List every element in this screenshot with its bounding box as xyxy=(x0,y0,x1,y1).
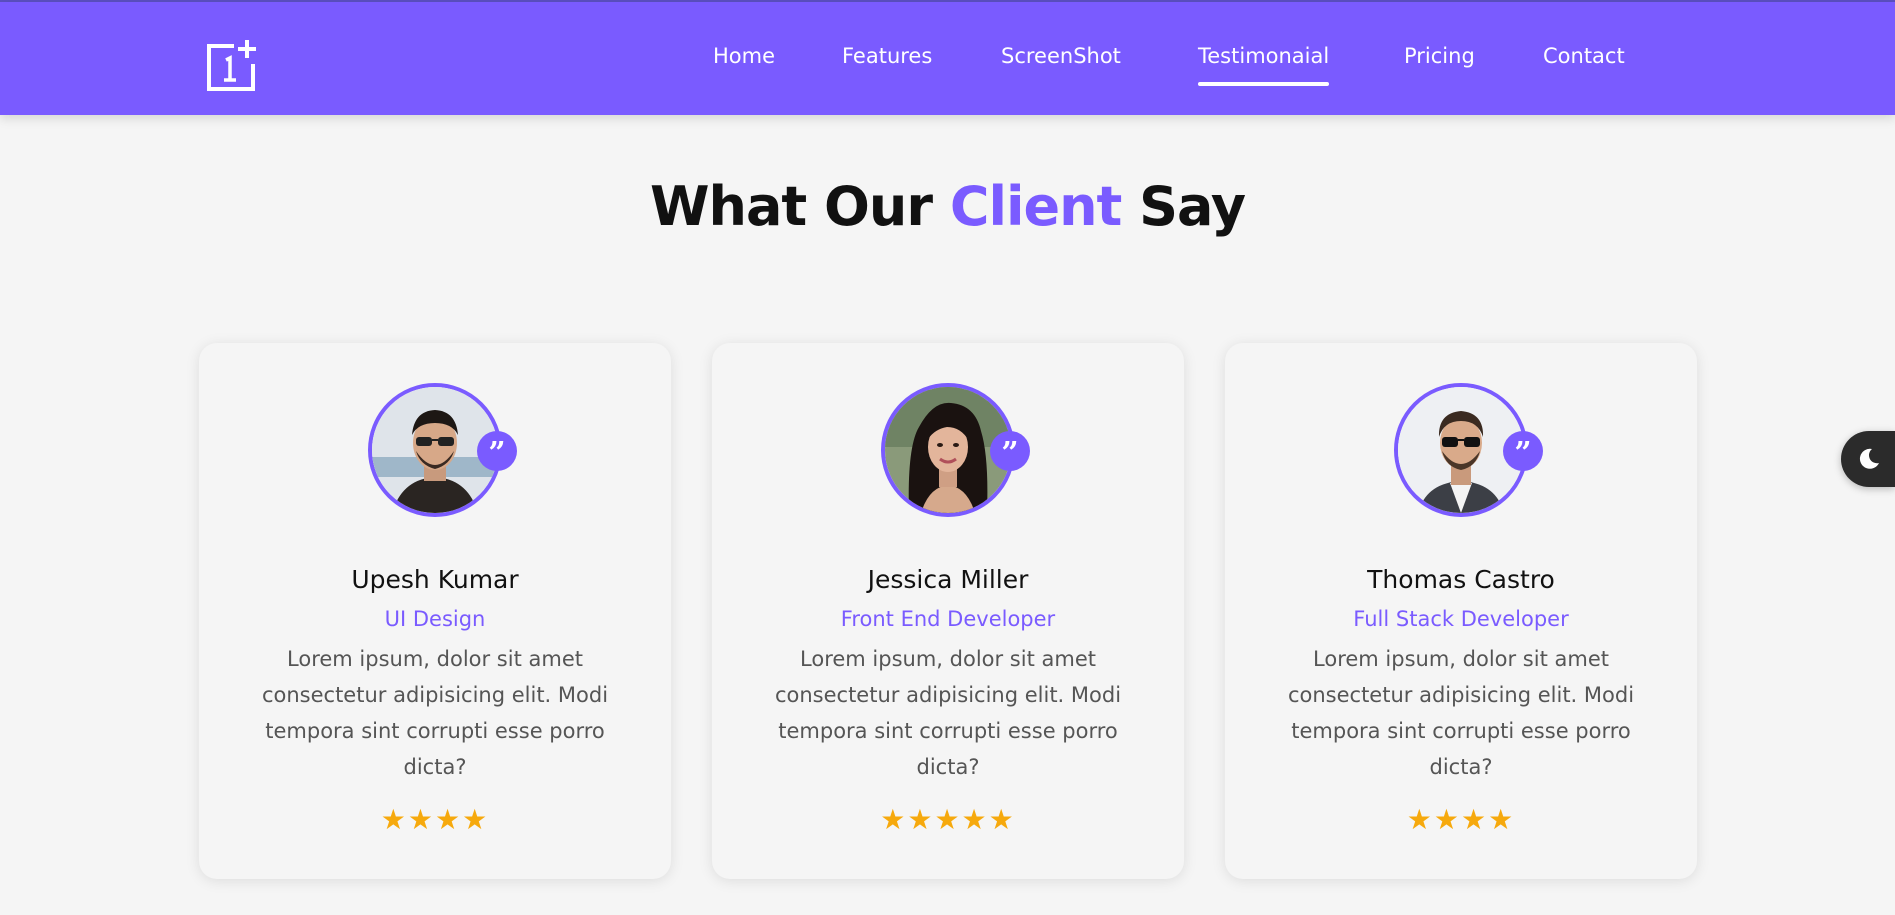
star-icon: ★ xyxy=(988,803,1016,836)
nav-link-screenshot[interactable]: ScreenShot xyxy=(1001,44,1121,74)
theme-toggle-button[interactable] xyxy=(1841,431,1895,487)
testimonial-card: ” Thomas Castro Full Stack Developer Lor… xyxy=(1225,343,1697,879)
section-title: What Our Client Say xyxy=(0,175,1895,238)
quote-icon: ” xyxy=(477,431,517,471)
star-icon: ★ xyxy=(462,803,490,836)
star-icon: ★ xyxy=(1461,803,1489,836)
star-rating: ★★★★★ xyxy=(712,803,1184,836)
avatar-wrap: ” xyxy=(368,383,517,517)
star-icon: ★ xyxy=(1488,803,1516,836)
nav-link-features[interactable]: Features xyxy=(842,44,932,74)
star-icon: ★ xyxy=(1433,803,1461,836)
nav-link-pricing[interactable]: Pricing xyxy=(1404,44,1475,74)
client-role: UI Design xyxy=(384,607,486,631)
star-icon: ★ xyxy=(961,803,989,836)
avatar-wrap: ” xyxy=(881,383,1030,517)
star-icon: ★ xyxy=(1406,803,1434,836)
star-icon: ★ xyxy=(435,803,463,836)
testimonial-text: Lorem ipsum, dolor sit amet consectetur … xyxy=(1287,647,1635,779)
client-name: Jessica Miller xyxy=(867,565,1029,594)
nav-link-testimonial[interactable]: Testimonaial xyxy=(1198,44,1330,86)
client-role: Full Stack Developer xyxy=(1353,607,1569,631)
moon-icon xyxy=(1859,448,1879,469)
star-icon: ★ xyxy=(934,803,962,836)
quote-icon: ” xyxy=(990,431,1030,471)
testimonial-card: ” Jessica Miller Front End Developer Lor… xyxy=(712,343,1184,879)
navbar: Home Features ScreenShot Testimonaial Pr… xyxy=(0,2,1895,115)
client-name: Thomas Castro xyxy=(1367,565,1555,594)
nav-menu: Home Features ScreenShot Testimonaial Pr… xyxy=(0,2,1895,115)
avatar-wrap: ” xyxy=(1394,383,1543,517)
section-title-after: Say xyxy=(1139,175,1246,238)
star-icon: ★ xyxy=(380,803,408,836)
star-icon: ★ xyxy=(907,803,935,836)
testimonial-text: Lorem ipsum, dolor sit amet consectetur … xyxy=(261,647,609,779)
section-title-accent: Client xyxy=(949,175,1123,238)
testimonial-text: Lorem ipsum, dolor sit amet consectetur … xyxy=(774,647,1122,779)
testimonial-card: ” Upesh Kumar UI Design Lorem ipsum, dol… xyxy=(199,343,671,879)
star-icon: ★ xyxy=(880,803,908,836)
client-role: Front End Developer xyxy=(840,607,1056,631)
star-rating: ★★★★ xyxy=(199,803,671,836)
client-name: Upesh Kumar xyxy=(351,565,519,594)
star-rating: ★★★★ xyxy=(1225,803,1697,836)
section-title-before: What Our xyxy=(649,175,933,238)
quote-icon: ” xyxy=(1503,431,1543,471)
nav-link-home[interactable]: Home xyxy=(713,44,775,74)
nav-link-contact[interactable]: Contact xyxy=(1543,44,1625,74)
star-icon: ★ xyxy=(407,803,435,836)
